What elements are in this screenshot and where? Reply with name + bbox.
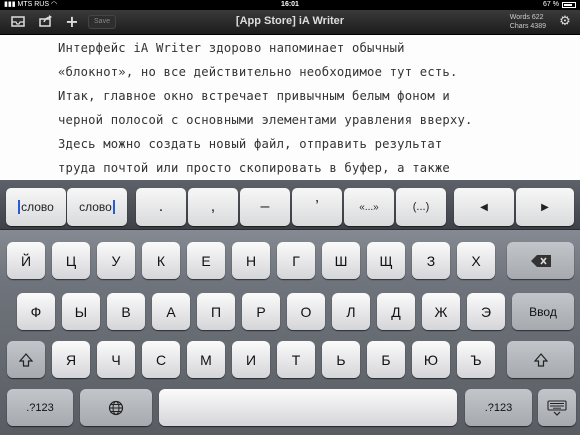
key-row1[interactable]: Й — [7, 242, 45, 279]
word-count: Words 622 — [509, 14, 544, 21]
arrow-left-key[interactable]: ◀ — [454, 188, 514, 226]
arrow-right-key[interactable]: ▶ — [516, 188, 574, 226]
word-forward-key[interactable]: слово — [67, 188, 127, 226]
shift-icon — [19, 352, 33, 367]
dash-key[interactable]: – — [240, 188, 290, 226]
apostrophe-key[interactable]: ’ — [292, 188, 342, 226]
space-bar[interactable] — [159, 389, 457, 426]
key-row1[interactable]: Ц — [52, 242, 90, 279]
text-line: Здесь можно создать новый файл, отправит… — [58, 137, 443, 151]
key-row3[interactable]: Б — [367, 341, 405, 378]
key-row2[interactable]: О — [287, 293, 325, 330]
battery-indicator: 67 % — [543, 0, 576, 10]
key-row2[interactable]: Р — [242, 293, 280, 330]
add-file-icon[interactable]: + — [64, 14, 80, 30]
key-row3[interactable]: И — [232, 341, 270, 378]
key-row1[interactable]: Ш — [322, 242, 360, 279]
clock: 16:01 — [281, 1, 299, 8]
shift-key-left[interactable] — [7, 341, 45, 378]
backspace-key[interactable] — [507, 242, 574, 279]
status-bar: ▮▮▮ MTS RUS ◠ 16:01 67 % — [0, 0, 580, 10]
char-count: Chars 4389 — [509, 23, 546, 30]
key-row1[interactable]: Г — [277, 242, 315, 279]
share-icon[interactable] — [38, 15, 54, 29]
text-line: черной полосой с основными элементами ур… — [58, 113, 473, 127]
key-row2[interactable]: В — [107, 293, 145, 330]
key-row3[interactable]: Ь — [322, 341, 360, 378]
key-row3[interactable]: С — [142, 341, 180, 378]
shift-key-right[interactable] — [507, 341, 574, 378]
word-back-key[interactable]: слово — [6, 188, 66, 226]
key-row2[interactable]: П — [197, 293, 235, 330]
key-row1[interactable]: Х — [457, 242, 495, 279]
text-line: Итак, главное окно встречает привычным б… — [58, 89, 450, 103]
app-toolbar: + Save [App Store] iA Writer Words 622 C… — [0, 10, 580, 35]
key-row3[interactable]: Т — [277, 341, 315, 378]
gear-icon[interactable]: ⚙ — [558, 15, 572, 29]
keyboard-extension-row: слово слово . , – ’ «...» (...) ◀ ▶ — [0, 180, 580, 230]
globe-key[interactable] — [80, 389, 152, 426]
numbers-key-right[interactable]: .?123 — [465, 389, 532, 426]
key-row1[interactable]: Е — [187, 242, 225, 279]
key-row2[interactable]: Д — [377, 293, 415, 330]
key-row1[interactable]: З — [412, 242, 450, 279]
word-char-count: Words 622 Chars 4389 — [510, 13, 546, 31]
text-line: труда почтой или просто скопировать в бу… — [58, 161, 450, 175]
return-key[interactable]: Ввод — [512, 293, 574, 330]
cursor-icon — [18, 200, 21, 214]
key-row2[interactable]: А — [152, 293, 190, 330]
key-row2[interactable]: Ы — [62, 293, 100, 330]
text-line: «блокнот», но все действительно необходи… — [58, 65, 458, 79]
key-row3[interactable]: Ю — [412, 341, 450, 378]
quotes-key[interactable]: «...» — [344, 188, 394, 226]
hide-keyboard-key[interactable] — [538, 389, 576, 426]
onscreen-keyboard: слово слово . , – ’ «...» (...) ◀ ▶ Й Ц … — [0, 180, 580, 435]
document-editor[interactable]: Интерфейс iA Writer здорово напоминает о… — [0, 35, 580, 180]
arrow-left-icon: ◀ — [480, 201, 488, 213]
key-row3[interactable]: Ч — [97, 341, 135, 378]
save-button[interactable]: Save — [88, 15, 116, 29]
parentheses-key[interactable]: (...) — [396, 188, 446, 226]
battery-icon — [562, 2, 576, 8]
key-row3[interactable]: М — [187, 341, 225, 378]
key-row2[interactable]: Ф — [17, 293, 55, 330]
inbox-icon[interactable] — [10, 15, 26, 29]
hide-keyboard-icon — [547, 399, 567, 416]
key-row2[interactable]: Л — [332, 293, 370, 330]
key-row3[interactable]: Ъ — [457, 341, 495, 378]
backspace-icon — [530, 254, 551, 267]
arrow-right-icon: ▶ — [541, 201, 549, 213]
key-row2[interactable]: Э — [467, 293, 505, 330]
period-key[interactable]: . — [136, 188, 186, 226]
comma-key[interactable]: , — [188, 188, 238, 226]
document-title: [App Store] iA Writer — [235, 15, 345, 27]
globe-icon — [108, 400, 124, 415]
text-line: Интерфейс iA Writer здорово напоминает о… — [58, 41, 405, 55]
key-row1[interactable]: У — [97, 242, 135, 279]
key-row1[interactable]: К — [142, 242, 180, 279]
numbers-key-left[interactable]: .?123 — [7, 389, 73, 426]
key-row3[interactable]: Я — [52, 341, 90, 378]
key-row1[interactable]: Щ — [367, 242, 405, 279]
key-row2[interactable]: Ж — [422, 293, 460, 330]
shift-icon — [533, 352, 548, 367]
cursor-icon — [112, 200, 115, 214]
key-row1[interactable]: Н — [232, 242, 270, 279]
